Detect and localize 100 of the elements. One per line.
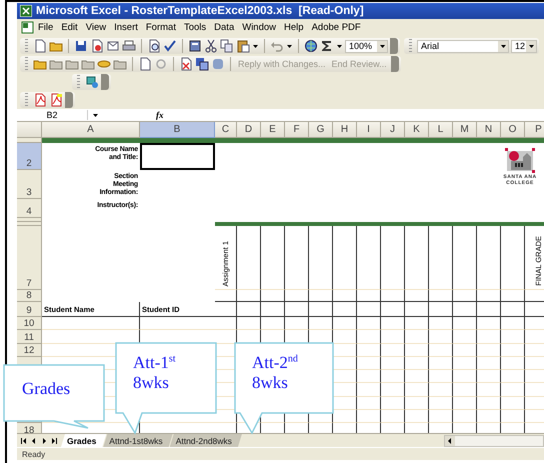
column-header[interactable]: L — [429, 122, 453, 138]
row-header[interactable]: 3 — [17, 170, 42, 199]
table-cell[interactable] — [333, 317, 357, 330]
menu-item[interactable]: Data — [210, 22, 238, 33]
print-icon[interactable] — [122, 39, 136, 53]
table-cell[interactable] — [333, 330, 357, 344]
font-size-box[interactable]: 12 — [511, 40, 537, 52]
column-header[interactable]: B — [140, 122, 215, 138]
table-cell[interactable] — [429, 226, 453, 290]
table-cell[interactable] — [285, 226, 309, 290]
table-cell[interactable] — [357, 330, 381, 344]
table-cell[interactable] — [501, 383, 525, 397]
sum-dropdown-arrow-icon[interactable] — [336, 42, 343, 50]
new-document-icon[interactable] — [33, 39, 47, 53]
print-preview-icon[interactable] — [147, 39, 161, 53]
table-cell[interactable] — [309, 222, 333, 226]
table-cell[interactable] — [453, 396, 477, 410]
table-cell[interactable] — [429, 370, 453, 384]
table-cell[interactable] — [309, 290, 333, 302]
table-cell[interactable] — [429, 410, 453, 424]
table-cell[interactable] — [501, 370, 525, 384]
table-cell[interactable] — [261, 290, 285, 302]
table-cell[interactable] — [215, 317, 237, 330]
table-cell[interactable] — [405, 410, 429, 424]
book-icon[interactable] — [188, 39, 202, 53]
toolbar-grip[interactable] — [25, 93, 28, 107]
sheet-tab[interactable]: Attnd-1st8wks — [103, 434, 173, 447]
table-cell[interactable] — [42, 138, 140, 143]
table-cell[interactable] — [405, 383, 429, 397]
table-cell[interactable] — [357, 222, 381, 226]
previous-sheet-icon[interactable] — [30, 436, 38, 444]
table-cell[interactable] — [477, 317, 501, 330]
table-cell[interactable] — [429, 222, 453, 226]
table-cell[interactable] — [405, 344, 429, 357]
column-header[interactable]: K — [405, 122, 429, 138]
table-cell[interactable] — [429, 383, 453, 397]
permission-icon[interactable] — [90, 39, 104, 53]
table-cell[interactable] — [477, 226, 501, 290]
table-cell[interactable] — [501, 330, 525, 344]
column-header[interactable]: C — [215, 122, 237, 138]
row-header[interactable]: 4 — [17, 199, 42, 218]
table-cell[interactable] — [405, 290, 429, 302]
font-box[interactable]: Arial — [417, 40, 509, 52]
table-cell[interactable] — [357, 344, 381, 357]
table-cell[interactable] — [477, 330, 501, 344]
table-cell[interactable] — [429, 330, 453, 344]
row-header[interactable]: 9 — [17, 302, 42, 317]
table-cell[interactable] — [333, 226, 357, 290]
toolbar-grip[interactable] — [77, 75, 80, 89]
horizontal-scrollbar[interactable] — [444, 434, 544, 446]
toolbar-options-button[interactable] — [390, 56, 399, 72]
table-cell[interactable] — [357, 356, 381, 370]
row-header[interactable]: 8 — [17, 290, 42, 302]
table-cell[interactable] — [405, 396, 429, 410]
sheet-tab[interactable]: Grades — [61, 434, 106, 447]
table-cell[interactable] — [381, 370, 405, 384]
table-cell[interactable] — [453, 356, 477, 370]
column-header[interactable]: D — [237, 122, 261, 138]
table-cell[interactable] — [309, 317, 333, 330]
table-cell[interactable] — [309, 302, 333, 317]
table-cell[interactable] — [357, 383, 381, 397]
column-header[interactable]: A — [42, 122, 140, 138]
last-sheet-icon[interactable] — [50, 436, 58, 444]
column-header[interactable]: M — [453, 122, 477, 138]
row-header[interactable]: 18 — [17, 423, 42, 433]
insert-function-button[interactable]: fx — [150, 110, 170, 120]
table-cell[interactable] — [285, 302, 309, 317]
active-cell[interactable] — [140, 143, 215, 170]
table-cell[interactable] — [429, 396, 453, 410]
column-header[interactable]: I — [357, 122, 381, 138]
zoom-box[interactable]: 100% — [345, 40, 388, 52]
network-icon[interactable] — [85, 75, 99, 89]
table-cell[interactable] — [261, 222, 285, 226]
table-cell[interactable] — [381, 226, 405, 290]
table-cell[interactable] — [381, 290, 405, 302]
table-cell[interactable] — [477, 383, 501, 397]
table-cell[interactable] — [501, 356, 525, 370]
table-cell[interactable] — [261, 317, 285, 330]
menu-item[interactable]: Format — [142, 22, 180, 33]
table-cell[interactable] — [405, 356, 429, 370]
table-cell[interactable] — [381, 383, 405, 397]
table-cell[interactable] — [429, 290, 453, 302]
globe-icon[interactable] — [304, 39, 318, 53]
toolbar-grip[interactable] — [25, 39, 28, 53]
document-icon[interactable] — [138, 57, 152, 71]
table-cell[interactable] — [501, 302, 525, 317]
table-cell[interactable] — [381, 344, 405, 357]
table-cell[interactable] — [501, 290, 525, 302]
dropdown-arrow-icon[interactable] — [500, 42, 506, 50]
table-cell[interactable] — [285, 317, 309, 330]
first-sheet-icon[interactable] — [20, 436, 28, 444]
spreadsheet-document-icon[interactable] — [21, 21, 34, 34]
table-cell[interactable] — [285, 290, 309, 302]
pdf-document-icon[interactable] — [49, 93, 63, 107]
table-cell[interactable] — [453, 290, 477, 302]
table-cell[interactable] — [237, 317, 261, 330]
table-cell[interactable] — [453, 330, 477, 344]
table-cell[interactable] — [501, 410, 525, 424]
copy-icon[interactable] — [220, 39, 234, 53]
column-header[interactable]: F — [285, 122, 309, 138]
